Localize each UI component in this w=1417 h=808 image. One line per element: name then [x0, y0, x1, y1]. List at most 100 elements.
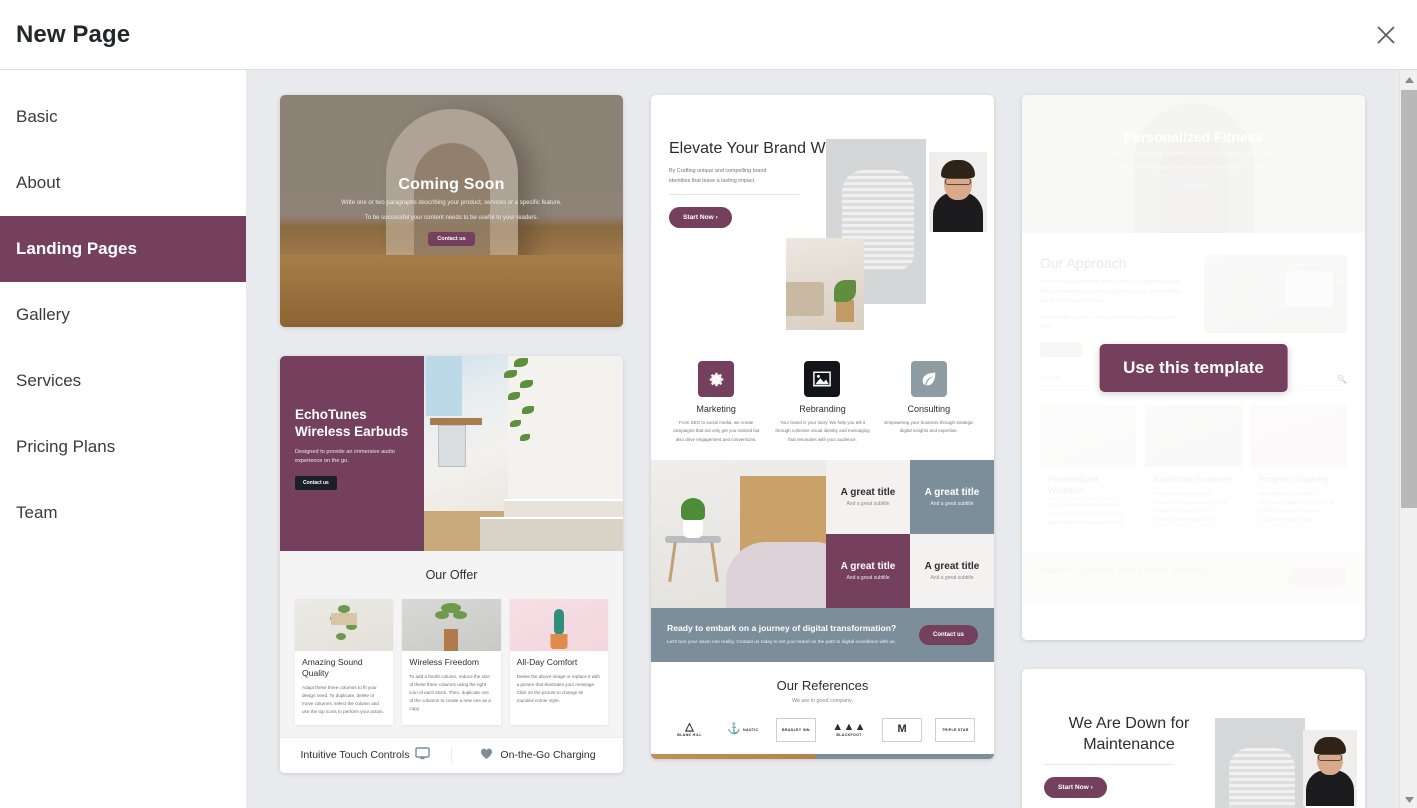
service-title: Marketing	[696, 404, 736, 414]
mosaic-tile[interactable]: A great title And a great subtitle	[910, 533, 994, 608]
mosaic-tile-title: A great title	[840, 486, 896, 498]
sidebar-item-basic[interactable]: Basic	[0, 84, 246, 150]
elevate-hero: Elevate Your Brand With Us By Crafting u…	[651, 95, 994, 357]
template-card-personalized-fitness[interactable]: Personalized Fitness Write one or two pa…	[1022, 95, 1365, 640]
cta-body: Let's turn your vision into reality. Con…	[667, 640, 896, 646]
mosaic-tile-subtitle: And a great subtitle	[846, 574, 890, 581]
echotunes-hero: EchoTunes Wireless Earbuds Designed to p…	[280, 356, 623, 551]
service-body: Empowering your business through strateg…	[884, 420, 974, 434]
vertical-scrollbar[interactable]	[1399, 70, 1417, 808]
mosaic-tile[interactable]: A great title And a great subtitle	[826, 459, 910, 534]
offer-card[interactable]: Amazing Sound Quality Adapt these three …	[295, 599, 394, 726]
elevate-mosaic: A great title And a great subtitle A gre…	[651, 459, 994, 608]
triangle-up-icon	[1404, 70, 1414, 88]
mosaic-tile-subtitle: And a great subtitle	[846, 500, 890, 507]
coming-soon-paragraph-2: To be successful your content needs to b…	[364, 215, 539, 221]
reference-logo: ▲▲▲ BLACKFOOT	[832, 721, 866, 738]
maintenance-title: We Are Down for Maintenance	[1068, 715, 1190, 754]
floor-decoration	[280, 255, 623, 327]
cta-title: Ready to embark on a journey of digital …	[667, 622, 897, 633]
image-icon	[804, 361, 841, 397]
maintenance-preview: We Are Down for Maintenance Start Now ›	[1022, 669, 1365, 808]
coming-soon-contact-button[interactable]: Contact us	[428, 231, 475, 246]
reference-logo: ⚓ NAUTIC	[727, 723, 759, 736]
mosaic-tile-subtitle: And a great subtitle	[930, 574, 974, 581]
divider	[669, 194, 799, 196]
sidebar-item-about[interactable]: About	[0, 150, 246, 216]
elevate-hero-images	[784, 132, 989, 330]
mosaic-tile[interactable]: A great title And a great subtitle	[826, 533, 910, 608]
close-icon	[1375, 24, 1397, 46]
sidebar-item-pricing-plans[interactable]: Pricing Plans	[0, 414, 246, 480]
template-column-2: Elevate Your Brand With Us By Crafting u…	[651, 95, 994, 808]
scroll-down-button[interactable]	[1400, 790, 1417, 808]
reference-logo: M	[882, 717, 923, 742]
echotunes-title: EchoTunes Wireless Earbuds	[295, 407, 409, 440]
elevate-start-now-button[interactable]: Start Now ›	[669, 207, 732, 229]
template-card-echotunes[interactable]: EchoTunes Wireless Earbuds Designed to p…	[280, 356, 623, 774]
offer-body: To add a fourth column, reduce the size …	[409, 674, 491, 712]
sidebar-item-landing-pages[interactable]: Landing Pages	[0, 216, 246, 282]
feature-label: Intuitive Touch Controls	[300, 749, 410, 762]
divider	[1044, 764, 1174, 766]
maintenance-images	[1197, 714, 1357, 808]
scrollbar-thumb[interactable]	[1401, 90, 1417, 508]
offer-card[interactable]: All-Day Comfort Delete the above image o…	[509, 599, 608, 726]
template-column-3: Personalized Fitness Write one or two pa…	[1022, 95, 1365, 808]
mosaic-photo	[651, 459, 826, 608]
template-card-coming-soon[interactable]: Coming Soon Write one or two paragraphs …	[280, 95, 623, 327]
heart-icon	[479, 747, 494, 763]
offer-image	[295, 599, 394, 651]
feature-item-touch-controls: Intuitive Touch Controls	[280, 747, 451, 763]
mosaic-tile[interactable]: A great title And a great subtitle	[910, 459, 994, 534]
triangle-down-icon	[1404, 790, 1414, 808]
sidebar-item-gallery[interactable]: Gallery	[0, 282, 246, 348]
service-title: Consulting	[907, 404, 951, 414]
maintenance-start-now-button[interactable]: Start Now ›	[1044, 777, 1107, 799]
elevate-services: Marketing From SEO to social media, we c…	[651, 357, 994, 460]
offer-card[interactable]: Wireless Freedom To add a fourth column,…	[402, 599, 501, 726]
template-card-maintenance[interactable]: We Are Down for Maintenance Start Now ›	[1022, 669, 1365, 808]
mosaic-tile-title: A great title	[924, 560, 980, 572]
echotunes-contact-button[interactable]: Contact us	[295, 475, 337, 490]
avatar	[1303, 730, 1357, 806]
template-column-1: Coming Soon Write one or two paragraphs …	[280, 95, 623, 808]
scroll-up-button[interactable]	[1400, 70, 1417, 88]
elevate-subtitle: By Crafting unique and compelling brand …	[669, 168, 767, 185]
cta-contact-button[interactable]: Contact us	[918, 624, 978, 645]
use-this-template-button[interactable]: Use this template	[1099, 343, 1288, 392]
elevate-cta-band: Ready to embark on a journey of digital …	[651, 607, 994, 662]
reference-logo: TRIPLE STAR	[935, 717, 976, 742]
echotunes-offer-section: Our Offer Amazing Sound Quality Adapt th…	[280, 551, 623, 738]
references-heading: Our References	[776, 677, 869, 693]
feature-item-charging: On-the-Go Charging	[451, 747, 623, 764]
sidebar-item-services[interactable]: Services	[0, 348, 246, 414]
feature-label: On-the-Go Charging	[500, 749, 596, 762]
template-card-elevate-brand[interactable]: Elevate Your Brand With Us By Crafting u…	[651, 95, 994, 759]
service-body: From SEO to social media, we create camp…	[672, 420, 760, 442]
offer-title: All-Day Comfort	[516, 657, 578, 667]
offer-title: Wireless Freedom	[409, 657, 480, 667]
sidebar: Basic About Landing Pages Gallery Servic…	[0, 70, 246, 808]
offer-body: Adapt these three columns to fit your de…	[302, 685, 384, 715]
service-body: Your brand is your story. We help you te…	[775, 420, 870, 442]
fitness-preview: Personalized Fitness Write one or two pa…	[1022, 95, 1365, 640]
plant-decoration	[496, 358, 548, 458]
service-title: Rebranding	[799, 404, 846, 414]
reference-logo: △ BLANK HILL	[677, 721, 702, 738]
close-button[interactable]	[1365, 14, 1407, 56]
mosaic-tile-title: A great title	[924, 486, 980, 498]
sidebar-item-team[interactable]: Team	[0, 480, 246, 546]
template-columns: Coming Soon Write one or two paragraphs …	[246, 70, 1365, 808]
service-rebranding: Rebranding Your brand is your story. We …	[769, 361, 875, 444]
offer-title: Amazing Sound Quality	[302, 657, 363, 679]
offer-image	[509, 599, 608, 651]
service-marketing: Marketing From SEO to social media, we c…	[663, 361, 769, 444]
coming-soon-preview: Coming Soon Write one or two paragraphs …	[280, 95, 623, 327]
mosaic-tile-title: A great title	[840, 560, 896, 572]
service-consulting: Consulting Empowering your business thro…	[876, 361, 982, 444]
echotunes-hero-image	[424, 356, 623, 551]
avatar	[929, 152, 987, 232]
coming-soon-title: Coming Soon	[398, 176, 505, 194]
offer-body: Delete the above image or replace it wit…	[516, 674, 600, 704]
